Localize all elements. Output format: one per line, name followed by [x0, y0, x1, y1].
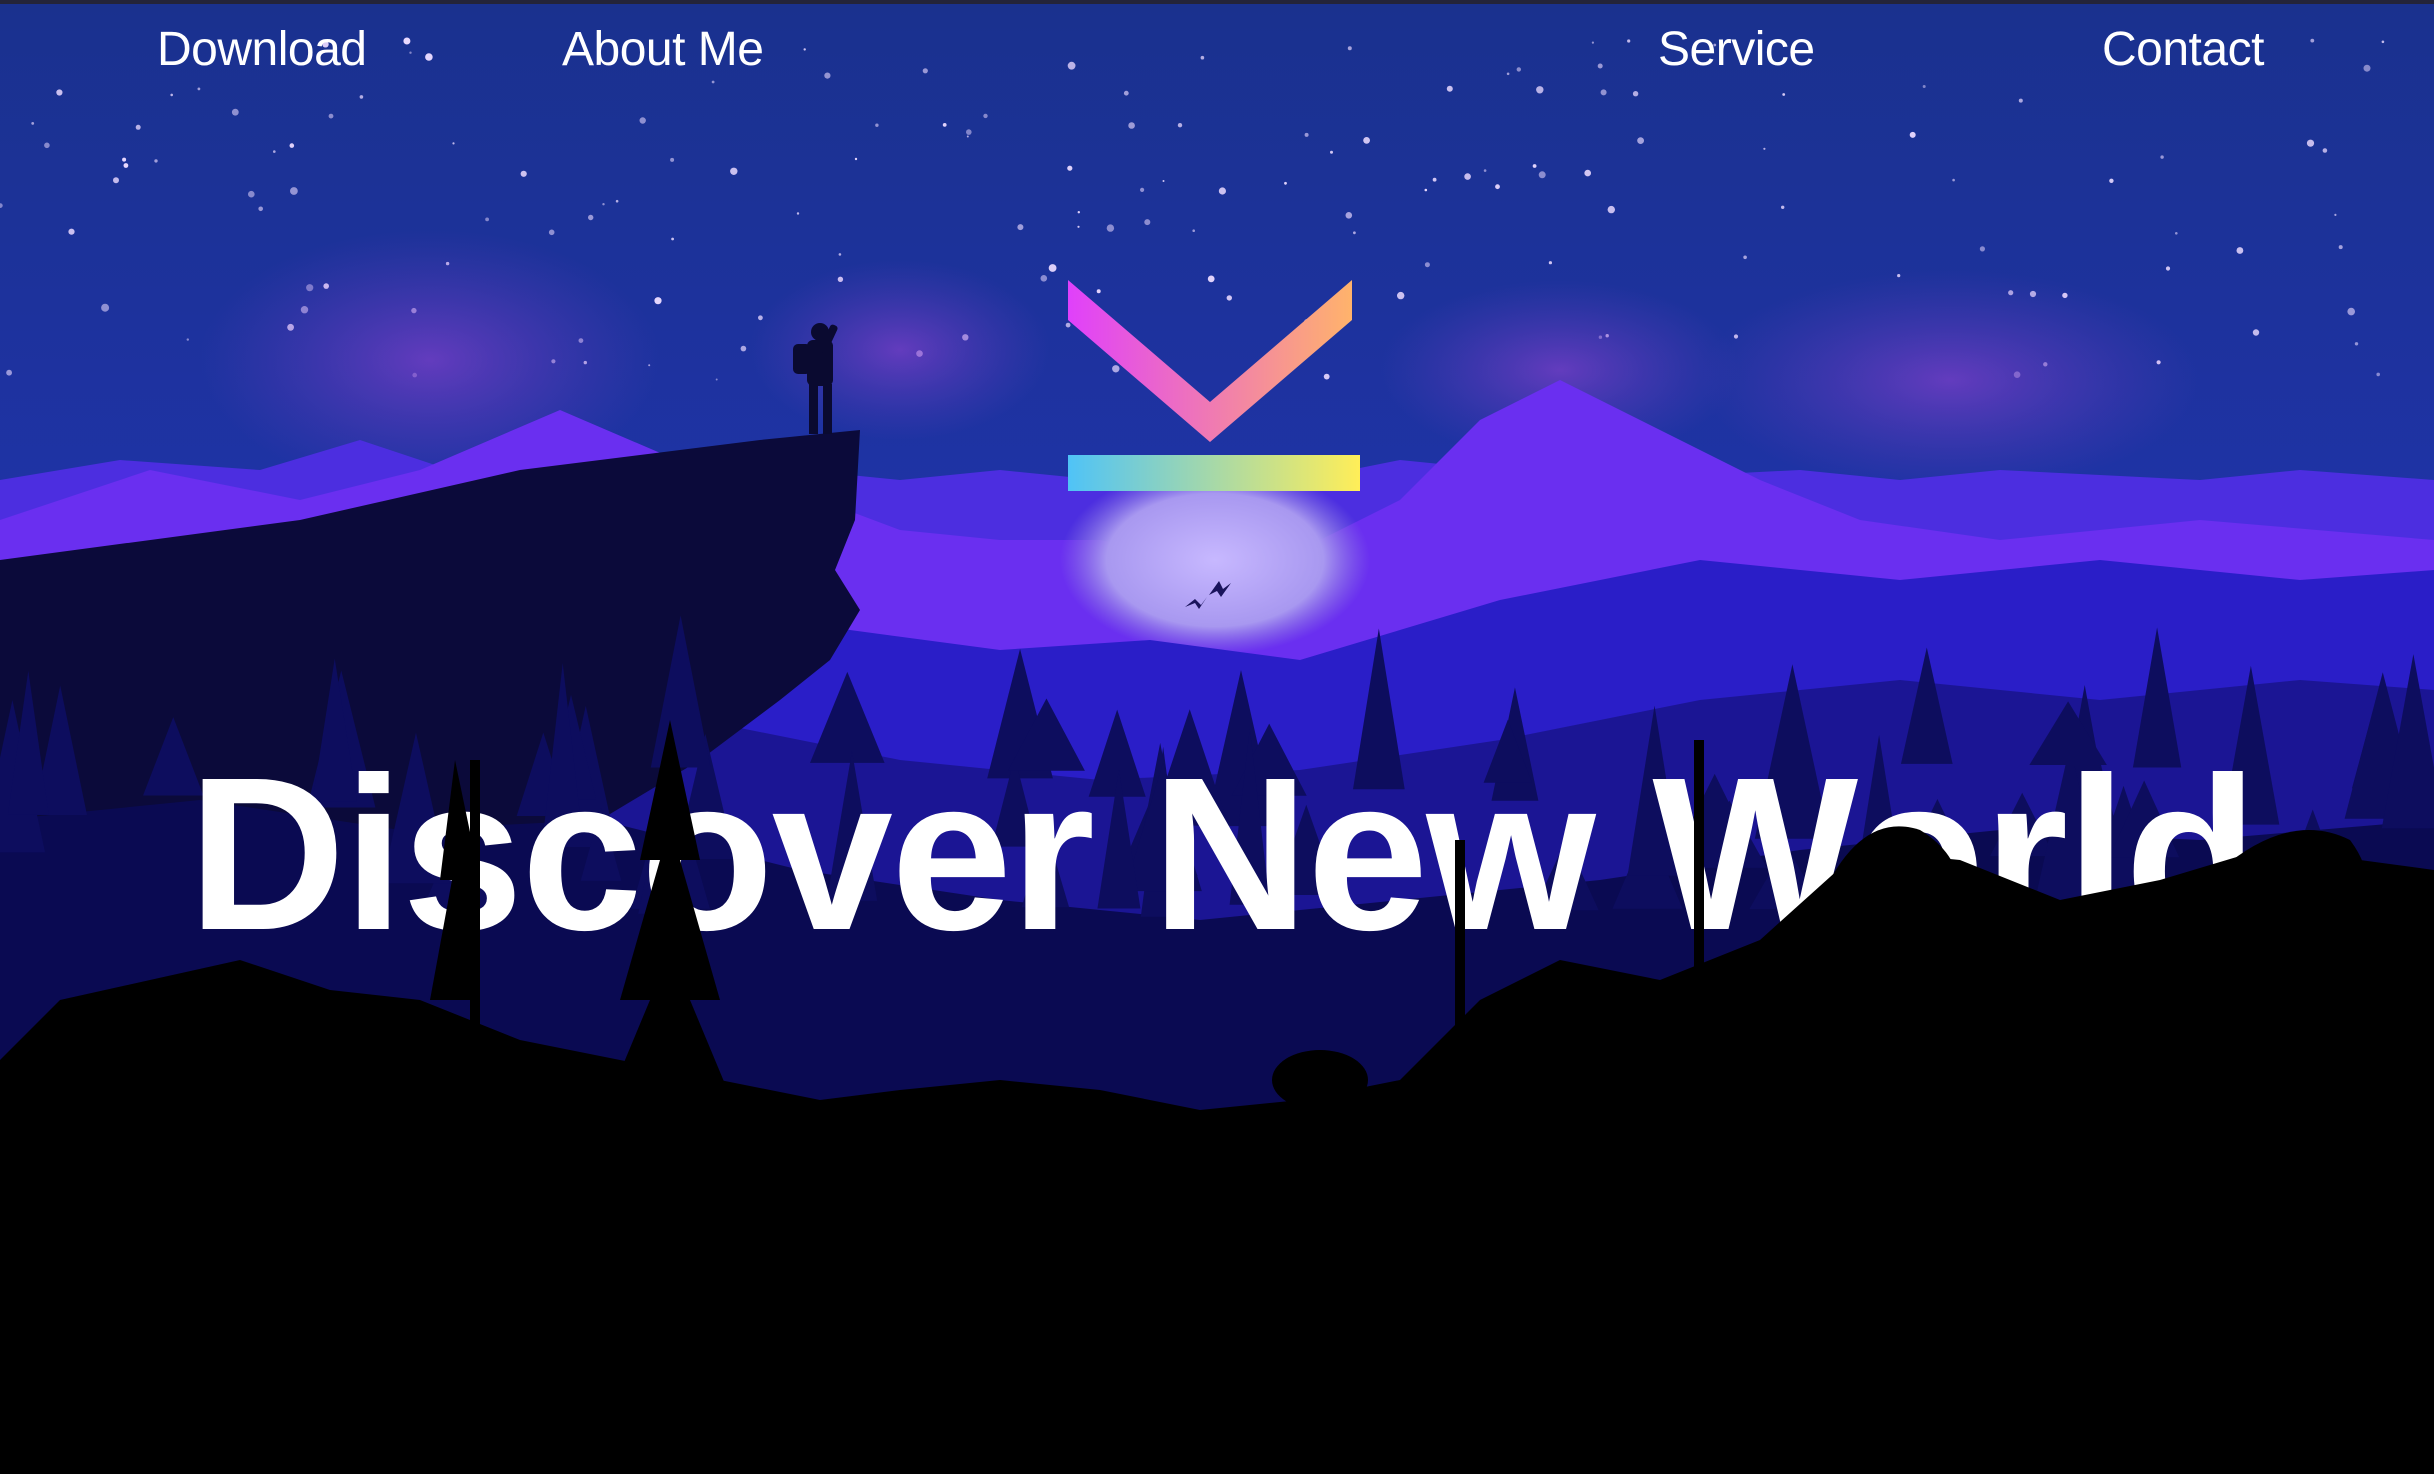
- brand-logo-icon: [1068, 280, 1360, 491]
- nav-download-link[interactable]: Download: [157, 22, 367, 77]
- hero-title: Discover New World: [188, 733, 2258, 977]
- hiker-silhouette-icon: [793, 323, 838, 434]
- nav-about-me-link[interactable]: About Me: [562, 22, 764, 77]
- top-border: [0, 0, 2434, 4]
- nav-service-link[interactable]: Service: [1658, 22, 1815, 77]
- nav-contact-link[interactable]: Contact: [2102, 22, 2264, 77]
- birds-icon: [1185, 581, 1231, 609]
